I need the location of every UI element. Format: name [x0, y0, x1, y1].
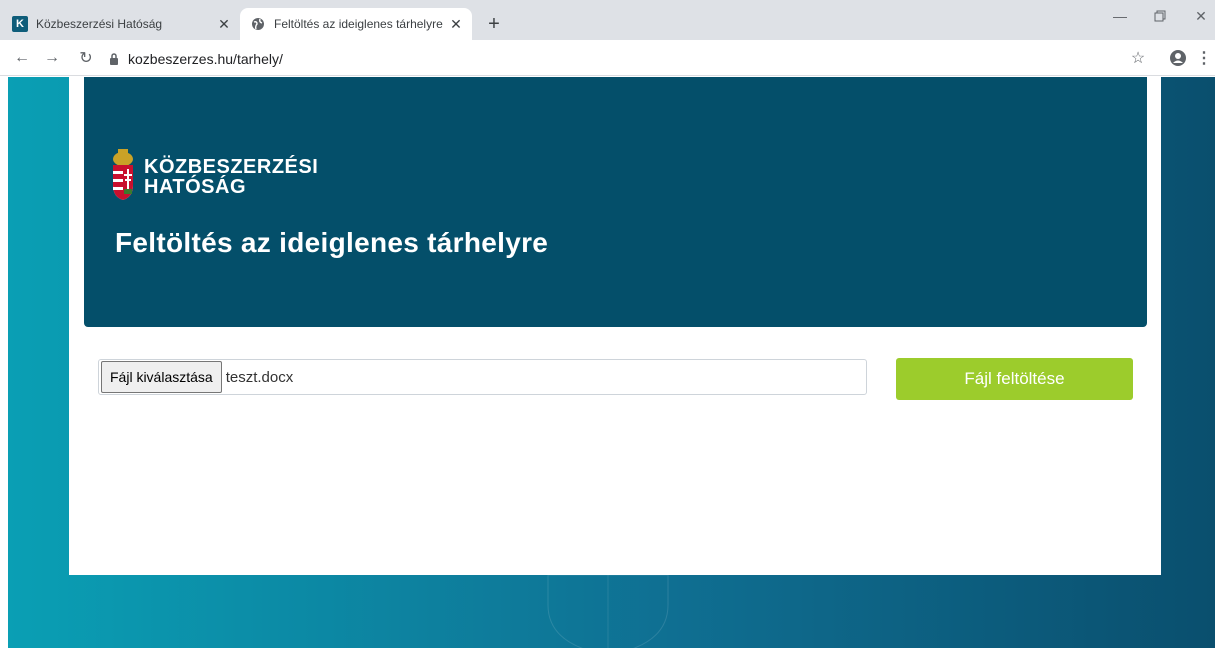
lock-icon	[108, 53, 120, 65]
page-title: Feltöltés az ideiglenes tárhelyre	[115, 227, 549, 258]
tab-title: Feltöltés az ideiglenes tárhelyre	[274, 17, 443, 31]
tab-kozbeszerzesi-hatosag[interactable]: K Közbeszerzési Hatóság ✕	[8, 8, 240, 40]
address-bar[interactable]: kozbeszerzes.hu/tarhely/	[108, 48, 1118, 70]
star-icon[interactable]: ☆	[1126, 46, 1150, 70]
profile-icon[interactable]	[1166, 46, 1190, 70]
logo-wordmark: KÖZBESZERZÉSI HATÓSÁG	[144, 157, 318, 197]
tab-title: Közbeszerzési Hatóság	[36, 17, 163, 31]
minimize-icon[interactable]: —	[1108, 4, 1132, 28]
forward-arrow-icon[interactable]: →	[40, 46, 64, 70]
tab-upload-page[interactable]: Feltöltés az ideiglenes tárhelyre ✕	[240, 8, 472, 40]
restore-icon[interactable]	[1148, 4, 1172, 28]
kozbeszerzes-favicon: K	[12, 16, 28, 32]
globe-icon	[250, 16, 266, 32]
back-arrow-icon[interactable]: ←	[10, 46, 34, 70]
reload-icon[interactable]: ↻	[74, 46, 98, 70]
kebab-menu-icon[interactable]: ⋮	[1196, 46, 1212, 70]
logo-line-1: KÖZBESZERZÉSI	[144, 155, 319, 178]
selected-file-name: teszt.docx	[225, 368, 294, 386]
kozbeszerzesi-hatosag-logo[interactable]: KÖZBESZERZÉSI HATÓSÁG	[112, 147, 318, 206]
content-card: KÖZBESZERZÉSI HATÓSÁG Feltöltés az ideig…	[69, 77, 1161, 575]
page-background: KÖZBESZERZÉSI HATÓSÁG Feltöltés az ideig…	[8, 77, 1215, 648]
hero-banner: KÖZBESZERZÉSI HATÓSÁG Feltöltés az ideig…	[84, 77, 1147, 327]
coat-of-arms-icon	[112, 147, 134, 206]
close-icon[interactable]: ✕	[448, 16, 464, 32]
crest-watermark-icon	[547, 575, 669, 648]
logo-line-2: HATÓSÁG	[144, 175, 247, 198]
file-input[interactable]: Fájl kiválasztása teszt.docx	[98, 359, 867, 395]
browser-toolbar: ← → ↻ kozbeszerzes.hu/tarhely/ ☆ ⋮	[0, 40, 1215, 76]
close-window-icon[interactable]: ✕	[1189, 4, 1213, 28]
upload-file-button[interactable]: Fájl feltöltése	[896, 358, 1133, 400]
close-icon[interactable]: ✕	[216, 16, 232, 32]
url-text: kozbeszerzes.hu/tarhely/	[128, 51, 283, 67]
browser-tab-strip: K Közbeszerzési Hatóság ✕ Feltöltés az i…	[0, 0, 1215, 40]
choose-file-button[interactable]: Fájl kiválasztása	[101, 361, 222, 393]
plus-icon[interactable]: +	[482, 12, 506, 36]
